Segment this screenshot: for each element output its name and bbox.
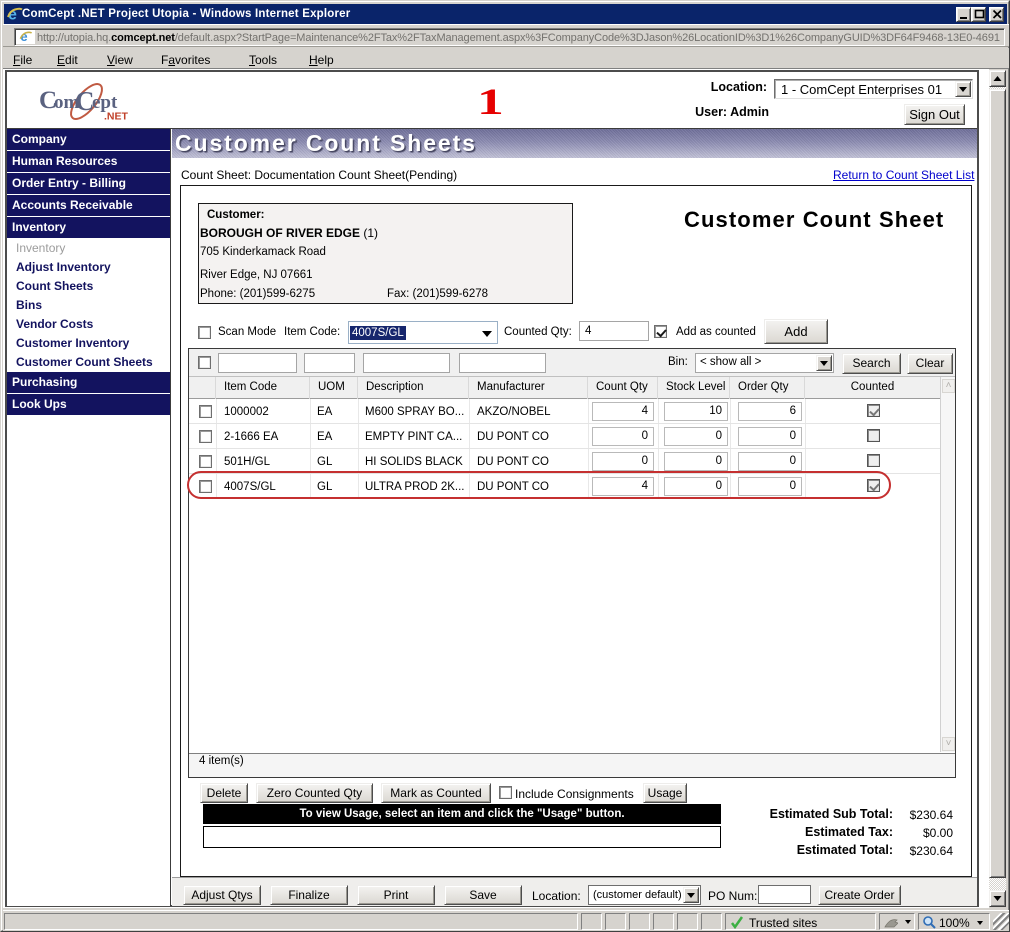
svg-text:.NET: .NET bbox=[104, 111, 129, 123]
